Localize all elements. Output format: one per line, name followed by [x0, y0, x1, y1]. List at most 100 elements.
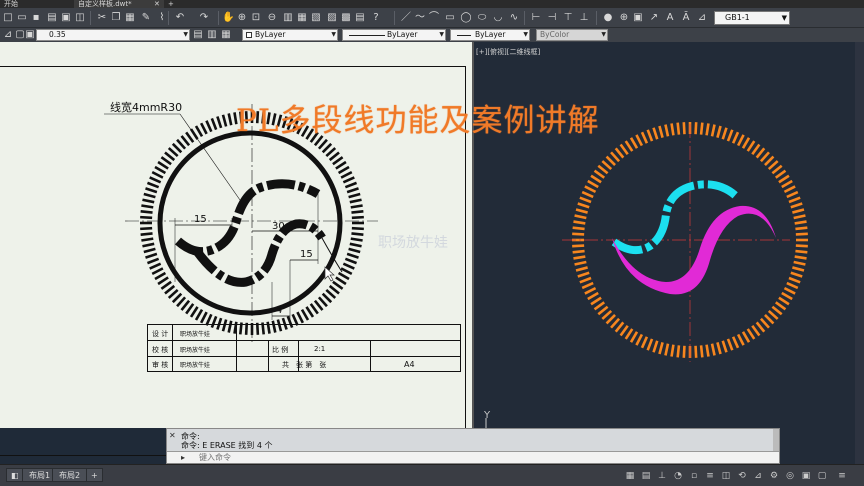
new-file-icon[interactable]: □ — [2, 12, 14, 24]
publish-icon[interactable]: ◫ — [74, 12, 86, 24]
plotstyle-select[interactable]: ByColor ▼ — [536, 29, 608, 41]
chevron-down-icon: ▼ — [781, 14, 787, 22]
isolate-icon[interactable]: ◎ — [784, 470, 796, 482]
leader-icon[interactable]: ↗ — [648, 12, 660, 24]
print-icon[interactable]: ▤ — [46, 12, 58, 24]
redo-icon[interactable]: ↷ — [198, 12, 210, 24]
ring-tick — [629, 137, 639, 149]
dim-radius-icon[interactable]: ⊤ — [562, 12, 574, 24]
tab-close-icon[interactable]: ✕ — [150, 0, 164, 8]
polyline-icon[interactable]: 〜 — [414, 12, 426, 24]
command-history: ✕ 命令: 命令: E ERASE 找到 4 个 — [167, 429, 773, 451]
properties-icon[interactable]: ▥ — [282, 12, 294, 24]
tb-check-label: 校 核 — [152, 346, 169, 354]
clean-screen-icon[interactable]: ▢ — [816, 470, 828, 482]
ring-tick — [783, 185, 796, 194]
customize-menu-icon[interactable]: ≡ — [836, 470, 848, 482]
new-tab-icon[interactable]: + — [164, 0, 178, 8]
ring-tick — [716, 125, 722, 138]
zoom-realtime-icon[interactable]: ⊕ — [236, 12, 248, 24]
ring-tick — [646, 338, 654, 351]
paste-icon[interactable]: ▦ — [124, 12, 136, 24]
brush-icon[interactable]: ⌇ — [156, 12, 168, 24]
sheet-set-icon[interactable]: ▨ — [326, 12, 338, 24]
pan-icon[interactable]: ✋ — [222, 12, 234, 24]
dim-aligned-icon[interactable]: ⊣ — [546, 12, 558, 24]
save-icon[interactable]: ▪ — [30, 12, 42, 24]
command-scrollbar[interactable] — [773, 429, 779, 451]
command-input[interactable] — [199, 452, 759, 463]
tab-start[interactable]: 开始 — [0, 0, 22, 8]
dim-linear-icon[interactable]: ⊢ — [530, 12, 542, 24]
annotation-icon[interactable]: ⊿ — [752, 470, 764, 482]
tb-paper-size: A4 — [404, 360, 415, 369]
lineweight-select[interactable]: ByLayer ▼ — [450, 29, 530, 41]
model-tab-icon[interactable]: ◧ — [6, 468, 24, 482]
ring-tick — [573, 220, 586, 225]
record-icon[interactable]: ● — [602, 12, 614, 24]
ring-tick — [154, 165, 167, 175]
zoom-window-icon[interactable]: ⊡ — [250, 12, 262, 24]
undo-icon[interactable]: ↶ — [174, 12, 186, 24]
open-folder-icon[interactable]: ▭ — [16, 12, 28, 24]
lineweight-icon[interactable]: ≡ — [704, 470, 716, 482]
linetype-select[interactable]: ByLayer ▼ — [342, 29, 446, 41]
zoom-previous-icon[interactable]: ⊖ — [266, 12, 278, 24]
settings-icon[interactable]: ▣ — [24, 29, 36, 41]
ring-tick — [610, 151, 621, 163]
ring-tick — [216, 116, 223, 129]
markup-icon[interactable]: ▩ — [340, 12, 352, 24]
add-icon[interactable]: ⊕ — [618, 12, 630, 24]
selection-cycle-icon[interactable]: ⟲ — [736, 470, 748, 482]
ring-tick — [610, 317, 621, 329]
hardware-accel-icon[interactable]: ▣ — [800, 470, 812, 482]
command-prompt-icon[interactable]: ▸ — [181, 453, 185, 462]
block-icon[interactable]: ▣ — [632, 12, 644, 24]
close-icon[interactable]: ✕ — [169, 431, 176, 440]
dim-style-select[interactable]: GB1-1 ▼ — [714, 11, 790, 25]
quickcalc-icon[interactable]: ▤ — [354, 12, 366, 24]
copy-icon[interactable]: ❐ — [110, 12, 122, 24]
dim-style-icon[interactable]: ⊿ — [696, 12, 708, 24]
ring-tick — [624, 328, 634, 340]
line-icon[interactable]: ／ — [400, 12, 412, 24]
design-center-icon[interactable]: ▦ — [296, 12, 308, 24]
transparency-icon[interactable]: ◫ — [720, 470, 732, 482]
ring-tick — [676, 345, 681, 358]
layer-state-icon[interactable]: ▥ — [206, 29, 218, 41]
tb-scale-value: 2:1 — [314, 345, 326, 353]
ring-tick — [227, 113, 233, 126]
rectangle-icon[interactable]: ▭ — [444, 12, 456, 24]
cut-icon[interactable]: ✂ — [96, 12, 108, 24]
polar-icon[interactable]: ◔ — [672, 470, 684, 482]
ring-tick — [605, 155, 616, 166]
annotation-scale-icon[interactable]: ⊿ — [2, 29, 14, 41]
match-properties-icon[interactable]: ✎ — [140, 12, 152, 24]
ring-tick — [332, 280, 344, 290]
spline-icon[interactable]: ∿ — [508, 12, 520, 24]
circle-icon[interactable]: ◯ — [460, 12, 472, 24]
ellipse-arc-icon[interactable]: ◡ — [492, 12, 504, 24]
layer-select[interactable]: ByLayer ▼ — [242, 29, 338, 41]
ortho-icon[interactable]: ⊥ — [656, 470, 668, 482]
ring-tick — [794, 220, 807, 225]
arc-icon[interactable]: ⌒ — [428, 12, 440, 24]
dim-diameter-icon[interactable]: ⊥ — [578, 12, 590, 24]
ellipse-icon[interactable]: ⬭ — [476, 12, 488, 24]
help-icon[interactable]: ? — [370, 12, 382, 24]
grid-icon[interactable]: ▦ — [624, 470, 636, 482]
ring-tick — [351, 232, 364, 237]
multiline-text-icon[interactable]: Ā — [680, 12, 692, 24]
print-preview-icon[interactable]: ▣ — [60, 12, 72, 24]
scale-select[interactable]: 0.35 ▼ — [36, 29, 190, 41]
tool-palette-icon[interactable]: ▧ — [310, 12, 322, 24]
layer-props-icon[interactable]: ▤ — [192, 29, 204, 41]
osnap-icon[interactable]: ▫ — [688, 470, 700, 482]
snap-icon[interactable]: ▤ — [640, 470, 652, 482]
add-layout-button[interactable]: + — [86, 468, 103, 482]
ring-tick — [342, 262, 355, 270]
workspace-icon[interactable]: ⚙ — [768, 470, 780, 482]
layer-previous-icon[interactable]: ▦ — [220, 29, 232, 41]
tab-layout2[interactable]: 布局2 — [52, 468, 88, 482]
text-icon[interactable]: A — [664, 12, 676, 24]
